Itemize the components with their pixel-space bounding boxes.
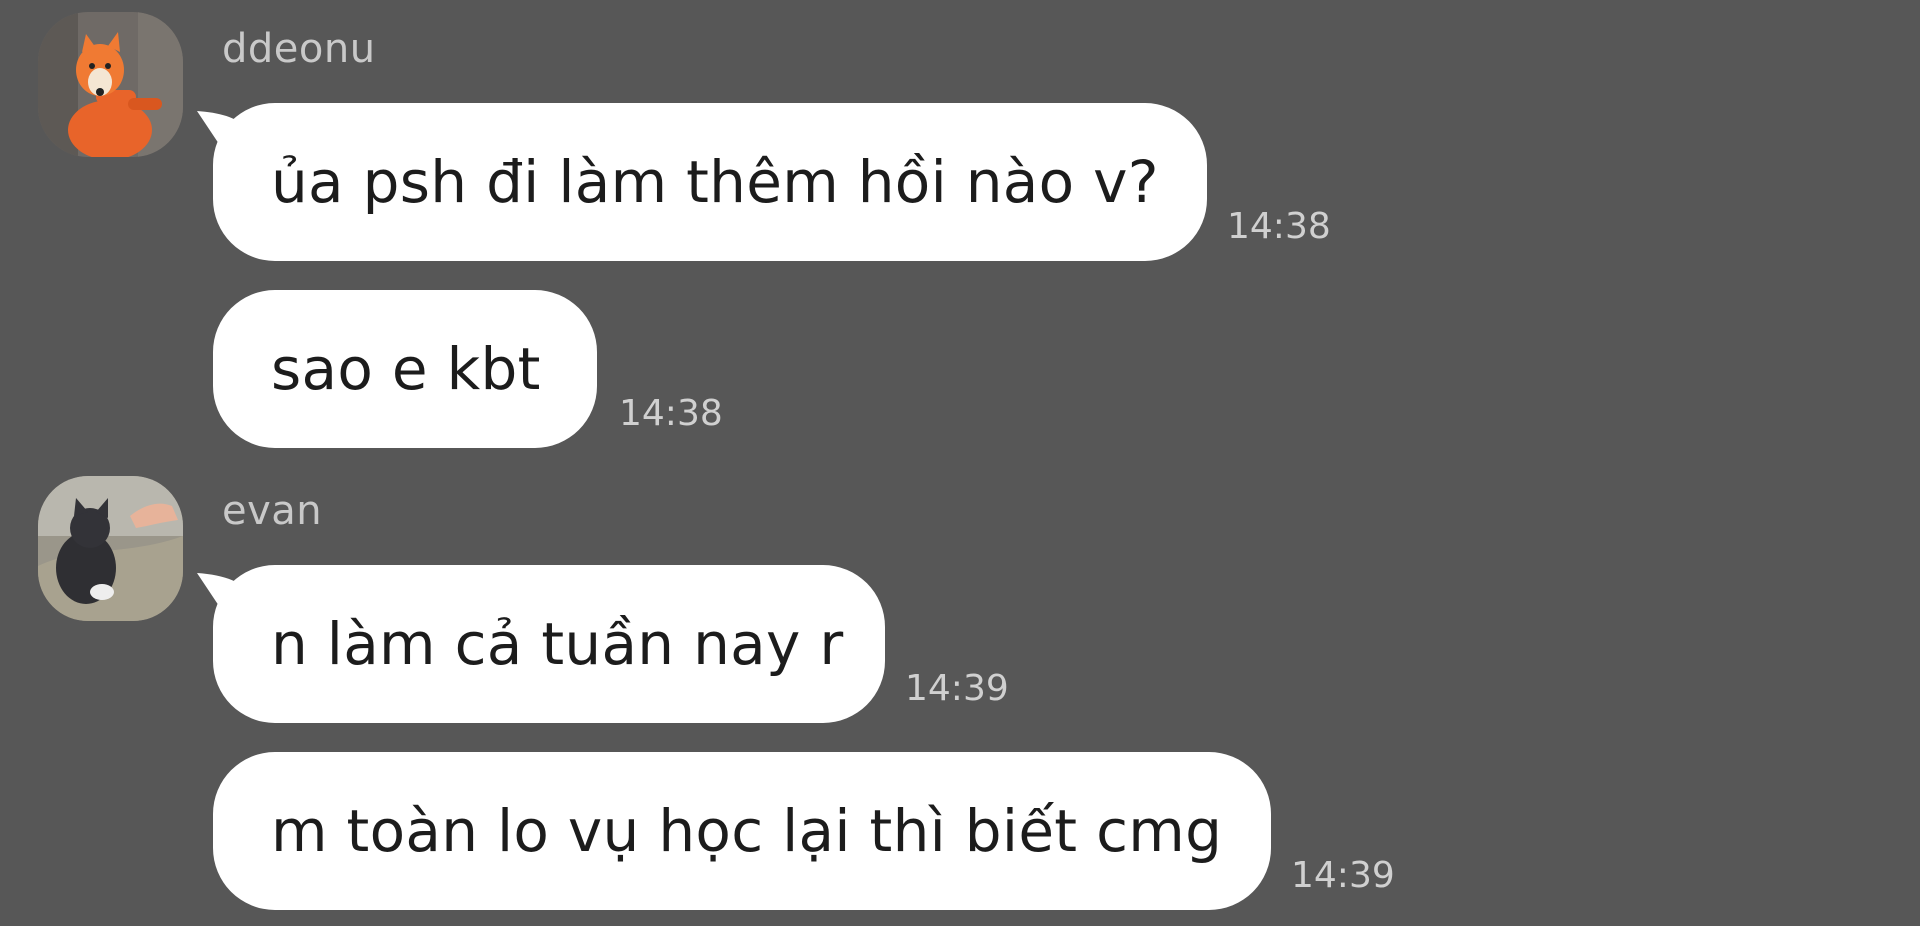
message-bubble[interactable]: ủa psh đi làm thêm hồi nào v? [213, 103, 1207, 261]
message-timestamp: 14:38 [619, 393, 723, 434]
message-bubble[interactable]: n làm cả tuần nay r [213, 565, 885, 723]
avatar[interactable] [38, 476, 183, 621]
message-timestamp: 14:39 [905, 668, 1009, 709]
sender-name: evan [222, 488, 323, 534]
avatar[interactable] [38, 12, 183, 157]
fox-plush-avatar-icon [38, 12, 183, 157]
sender-name: ddeonu [222, 26, 376, 72]
message-timestamp: 14:38 [1227, 206, 1331, 247]
message-bubble[interactable]: sao e kbt [213, 290, 597, 448]
message-text: sao e kbt [271, 335, 541, 403]
message-timestamp: 14:39 [1291, 855, 1395, 896]
message-text: n làm cả tuần nay r [271, 610, 844, 678]
message-bubble[interactable]: m toàn lo vụ học lại thì biết cmg [213, 752, 1271, 910]
message-text: ủa psh đi làm thêm hồi nào v? [271, 148, 1159, 216]
message-text: m toàn lo vụ học lại thì biết cmg [271, 797, 1223, 865]
kitten-avatar-icon [38, 476, 183, 621]
chat-view: ddeonu ủa psh đi làm thêm hồi nào v? 14:… [0, 0, 1920, 926]
